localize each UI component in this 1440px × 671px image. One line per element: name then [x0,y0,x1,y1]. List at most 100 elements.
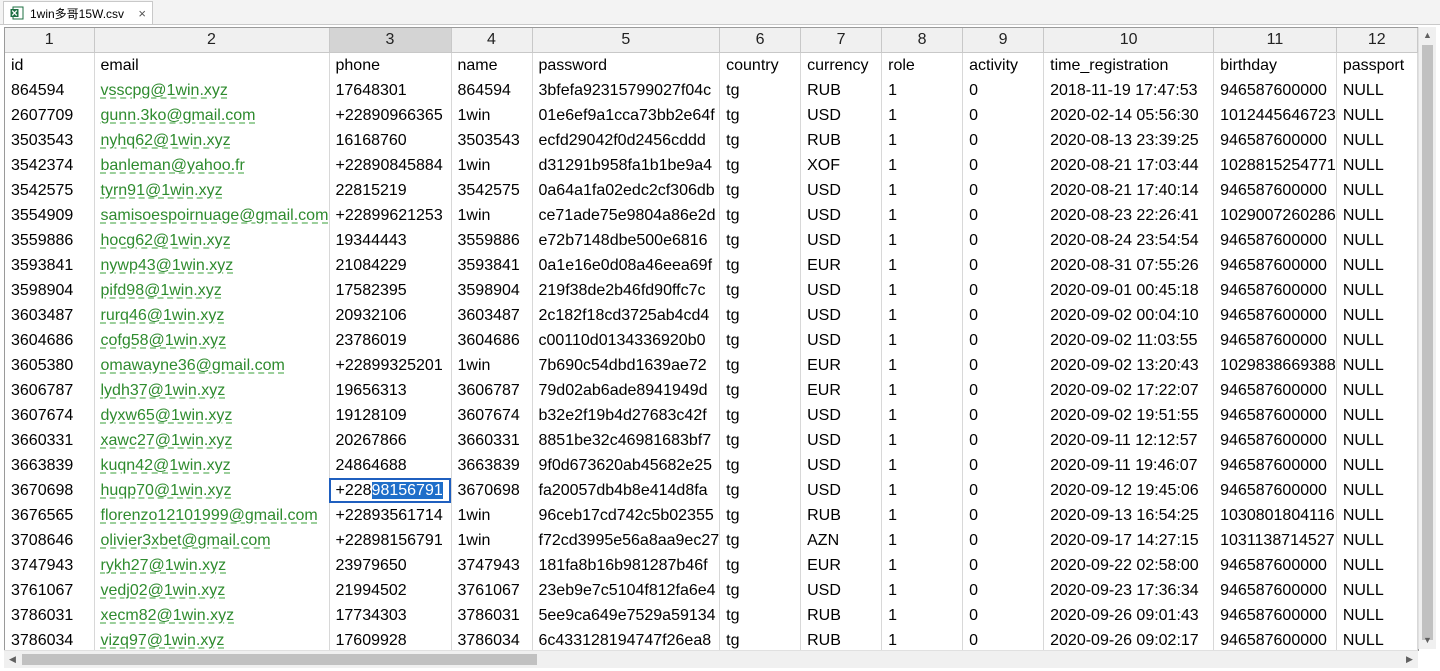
grid-cell[interactable]: 0 [962,453,1045,478]
grid-cell[interactable]: NULL [1336,428,1418,453]
grid-cell[interactable]: USD [800,303,883,328]
grid-cell[interactable]: tg [719,628,802,650]
grid-cell[interactable]: NULL [1336,278,1418,303]
grid-cell[interactable]: nyhq62@1win.xyz [94,128,330,153]
column-header-10[interactable]: 10 [1043,28,1215,53]
grid-cell[interactable]: 1 [881,253,964,278]
grid-cell[interactable]: 2020-09-02 17:22:07 [1043,378,1215,403]
grid-cell[interactable]: 1012445646723 [1213,103,1337,128]
grid-cell[interactable]: 1 [881,378,964,403]
grid-cell[interactable]: tg [719,478,802,503]
grid-cell[interactable]: 3bfefa92315799027f04c [532,78,721,103]
grid-cell[interactable]: USD [800,328,883,353]
active-cell[interactable]: +22898156791 [329,478,452,503]
grid-cell[interactable]: tg [719,78,802,103]
grid-cell[interactable]: tg [719,503,802,528]
file-tab[interactable]: 1win多哥15W.csv × [3,1,153,24]
grid-cell[interactable]: 0a64a1fa02edc2cf306db [532,178,721,203]
grid-cell[interactable]: 3676565 [5,503,95,528]
grid-cell[interactable]: olivier3xbet@gmail.com [94,528,330,553]
column-header-12[interactable]: 12 [1336,28,1418,53]
grid-cell[interactable]: 21084229 [329,253,452,278]
grid-cell[interactable]: tg [719,528,802,553]
grid-cell[interactable]: 946587600000 [1213,553,1337,578]
grid-cell[interactable]: tg [719,378,802,403]
grid-cell[interactable]: 2c182f18cd3725ab4cd4 [532,303,721,328]
grid-cell[interactable]: vsscpg@1win.xyz [94,78,330,103]
grid-cell[interactable]: 3503543 [5,128,95,153]
grid-cell[interactable]: 3603487 [451,303,533,328]
grid-cell[interactable]: e72b7148dbe500e6816 [532,228,721,253]
grid-cell[interactable]: tg [719,128,802,153]
grid-cell[interactable]: 1 [881,428,964,453]
scroll-right-icon[interactable]: ▶ [1401,651,1418,668]
grid-cell[interactable]: 2020-08-24 23:54:54 [1043,228,1215,253]
grid-cell[interactable]: EUR [800,253,883,278]
grid-cell[interactable]: 3786034 [451,628,533,650]
grid-cell[interactable]: 3660331 [5,428,95,453]
grid-cell[interactable]: rurq46@1win.xyz [94,303,330,328]
grid-cell[interactable]: 2020-08-21 17:03:44 [1043,153,1215,178]
grid-cell[interactable]: name [451,52,533,78]
grid-cell[interactable]: NULL [1336,328,1418,353]
grid-cell[interactable]: RUB [800,628,883,650]
column-header-3[interactable]: 3 [329,28,452,53]
grid-cell[interactable]: tg [719,178,802,203]
grid-cell[interactable]: 3593841 [451,253,533,278]
grid-cell[interactable]: 3786034 [5,628,95,650]
grid-cell[interactable]: +22898156791 [329,528,452,553]
grid-cell[interactable]: 1 [881,453,964,478]
grid-cell[interactable]: 2020-08-21 17:40:14 [1043,178,1215,203]
grid-cell[interactable]: 0 [962,78,1045,103]
grid-cell[interactable]: tg [719,578,802,603]
grid-cell[interactable]: 16168760 [329,128,452,153]
grid-cell[interactable]: NULL [1336,453,1418,478]
grid-cell[interactable]: tyrn91@1win.xyz [94,178,330,203]
grid-cell[interactable]: 1029007260286 [1213,203,1337,228]
grid-cell[interactable]: 2020-08-23 22:26:41 [1043,203,1215,228]
grid-cell[interactable]: omawayne36@gmail.com [94,353,330,378]
grid-cell[interactable]: USD [800,178,883,203]
scroll-up-icon[interactable]: ▲ [1419,27,1436,44]
column-header-7[interactable]: 7 [800,28,883,53]
vertical-scroll-thumb[interactable] [1422,45,1433,640]
grid-cell[interactable]: 0a1e16e0d08a46eea69f [532,253,721,278]
grid-cell[interactable]: RUB [800,603,883,628]
grid-cell[interactable]: USD [800,428,883,453]
column-header-4[interactable]: 4 [451,28,533,53]
grid-cell[interactable]: 946587600000 [1213,228,1337,253]
grid-cell[interactable]: 946587600000 [1213,428,1337,453]
grid-cell[interactable]: 1 [881,328,964,353]
grid-cell[interactable]: +22890845884 [329,153,452,178]
grid-cell[interactable]: 0 [962,203,1045,228]
grid-cell[interactable]: USD [800,228,883,253]
grid-cell[interactable]: b32e2f19b4d27683c42f [532,403,721,428]
grid-cell[interactable]: 3554909 [5,203,95,228]
grid-cell[interactable]: 0 [962,153,1045,178]
grid-cell[interactable]: +22899621253 [329,203,452,228]
grid-cell[interactable]: RUB [800,78,883,103]
grid-cell[interactable]: c00110d0134336920b0 [532,328,721,353]
grid-cell[interactable]: 3660331 [451,428,533,453]
spreadsheet-grid[interactable]: 1 2 3 4 5 6 7 8 9 10 11 12 id email phone name password… [4,27,1419,651]
grid-cell[interactable]: 3670698 [451,478,533,503]
grid-cell[interactable]: +22899325201 [329,353,452,378]
grid-cell[interactable]: 1 [881,478,964,503]
grid-cell[interactable]: 0 [962,628,1045,650]
grid-cell[interactable]: USD [800,578,883,603]
grid-cell[interactable]: 3604686 [451,328,533,353]
grid-cell[interactable]: NULL [1336,378,1418,403]
grid-cell[interactable]: NULL [1336,253,1418,278]
grid-cell[interactable]: f72cd3995e56a8aa9ec27 [532,528,721,553]
grid-cell[interactable]: USD [800,403,883,428]
grid-cell[interactable]: kuqn42@1win.xyz [94,453,330,478]
grid-cell[interactable]: 20932106 [329,303,452,328]
grid-cell[interactable]: 3663839 [451,453,533,478]
grid-cell[interactable]: password [532,52,721,78]
column-header-5[interactable]: 5 [532,28,721,53]
grid-cell[interactable]: 2020-09-11 12:12:57 [1043,428,1215,453]
grid-cell[interactable]: NULL [1336,403,1418,428]
column-header-1[interactable]: 1 [5,28,95,53]
grid-cell[interactable]: 3559886 [5,228,95,253]
grid-cell[interactable]: 3670698 [5,478,95,503]
